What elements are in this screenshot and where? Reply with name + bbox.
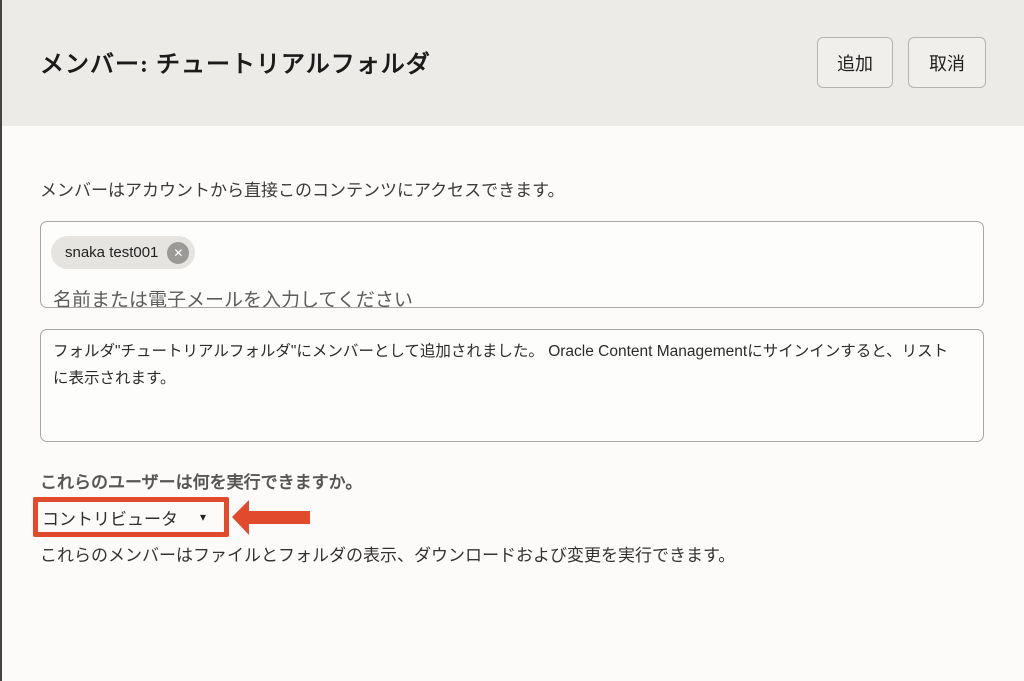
role-dropdown-value: コントリビュータ	[42, 505, 178, 530]
role-description: これらのメンバーはファイルとフォルダの表示、ダウンロードおよび変更を実行できます…	[40, 541, 735, 566]
remove-member-icon[interactable]: ✕	[167, 242, 189, 264]
members-input[interactable]: snaka test001 ✕ 名前または電子メールを入力してください	[40, 221, 984, 308]
add-members-dialog: メンバー: チュートリアルフォルダ 追加 取消 メンバーはアカウントから直接この…	[0, 0, 1024, 681]
chevron-down-icon: ▾	[200, 510, 206, 524]
invite-message-textarea[interactable]: フォルダ"チュートリアルフォルダ"にメンバーとして追加されました。 Oracle…	[40, 329, 984, 442]
add-button[interactable]: 追加	[817, 37, 893, 88]
page-title: メンバー: チュートリアルフォルダ	[40, 44, 431, 79]
cancel-button[interactable]: 取消	[908, 37, 986, 88]
invite-message-text: フォルダ"チュートリアルフォルダ"にメンバーとして追加されました。 Oracle…	[53, 338, 961, 392]
permissions-question: これらのユーザーは何を実行できますか。	[40, 468, 362, 493]
dialog-header: メンバー: チュートリアルフォルダ 追加 取消	[0, 0, 1024, 126]
member-chip: snaka test001 ✕	[51, 236, 195, 269]
members-instruction: メンバーはアカウントから直接このコンテンツにアクセスできます。	[40, 176, 564, 201]
window-left-edge	[0, 0, 2, 681]
members-input-placeholder: 名前または電子メールを入力してください	[53, 285, 413, 308]
annotation-arrow-icon	[231, 498, 311, 538]
role-dropdown[interactable]: コントリビュータ ▾	[42, 503, 206, 531]
member-chip-name: snaka test001	[65, 244, 158, 261]
